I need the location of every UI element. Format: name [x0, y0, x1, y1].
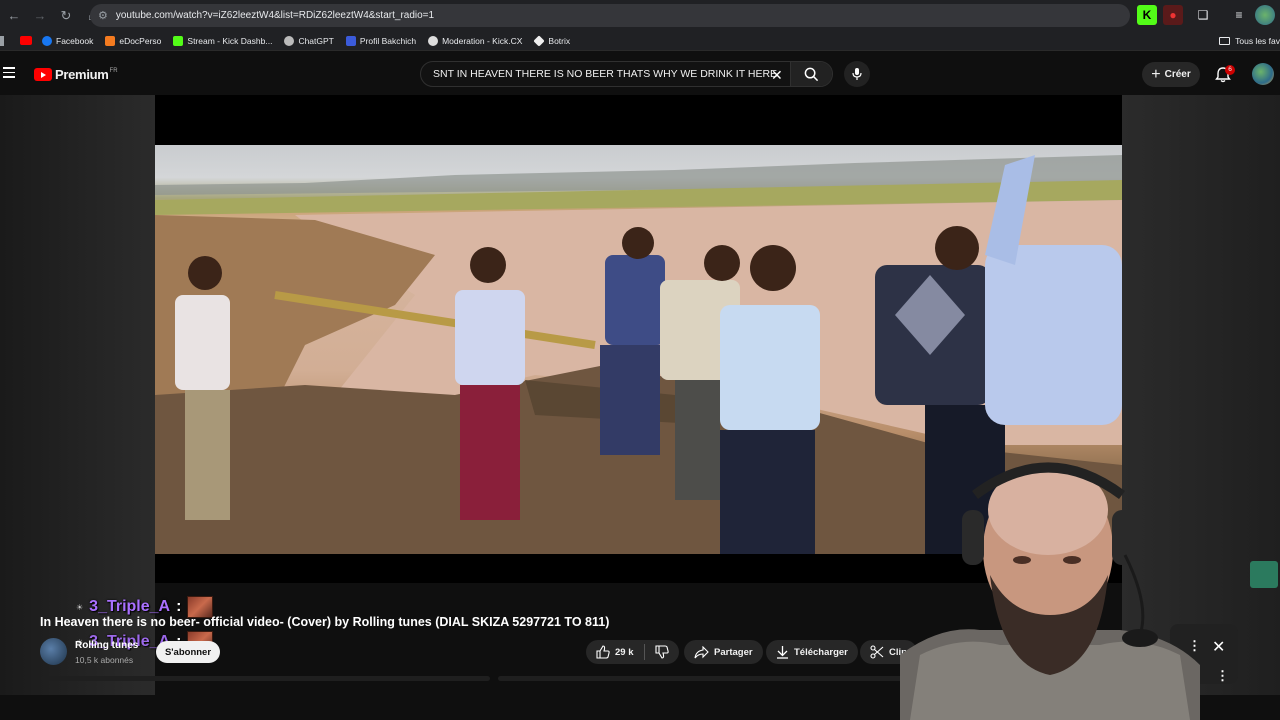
create-button[interactable]: + Créer	[1142, 62, 1200, 87]
folder-icon	[1219, 37, 1231, 45]
download-icon	[777, 646, 788, 659]
download-label: Télécharger	[794, 646, 848, 658]
bookmark-label: Botrix	[548, 35, 571, 46]
url-text: youtube.com/watch?v=iZ62leeztW4&list=RDi…	[115, 10, 435, 21]
extension-icon[interactable]: ●	[1163, 5, 1183, 25]
search-input[interactable]: SNT IN HEAVEN THERE IS NO BEER THATS WHY…	[420, 61, 833, 87]
like-dislike-group: 29 k	[586, 640, 679, 664]
back-icon[interactable]: ←	[2, 4, 26, 28]
address-bar[interactable]: ⚙ youtube.com/watch?v=iZ62leeztW4&list=R…	[90, 4, 1130, 27]
bookmark-kick-dashboard[interactable]: Stream - Kick Dashb...	[173, 35, 273, 46]
create-label: Créer	[1164, 69, 1191, 80]
bookmark-moderation-kick[interactable]: Moderation - Kick.CX	[428, 35, 523, 46]
like-count: 29 k	[615, 646, 634, 658]
reload-icon[interactable]: ↻	[54, 4, 78, 28]
close-icon[interactable]: ✕	[1212, 637, 1225, 657]
side-widget-icon[interactable]	[1250, 561, 1278, 588]
chat-username: 3_Triple_A	[89, 598, 171, 615]
forward-icon[interactable]: →	[28, 4, 52, 28]
share-label: Partager	[714, 646, 753, 658]
edocperso-icon	[105, 35, 116, 46]
youtube-logo[interactable]: Premium FR	[34, 67, 118, 82]
bookmark-label: Profil Bakchich	[359, 35, 417, 46]
scissors-icon	[870, 645, 884, 659]
bookmark-label: Stream - Kick Dashb...	[187, 35, 273, 46]
kick-extension-icon[interactable]: K	[1137, 5, 1157, 25]
chatgpt-icon	[284, 35, 295, 46]
bookmark-label: ChatGPT	[298, 35, 334, 46]
bookmark-folder-all[interactable]: Tous les fav	[1219, 31, 1280, 51]
webcam-overlay	[900, 455, 1200, 720]
search-icon	[804, 67, 819, 81]
description-box-edge	[40, 676, 490, 681]
plus-icon: +	[1151, 65, 1161, 83]
share-button[interactable]: Partager	[684, 640, 763, 664]
bookmark-label: eDocPerso	[119, 35, 162, 46]
chat-badge-icon: ☀	[76, 602, 84, 612]
bookmark-label: Facebook	[56, 35, 94, 46]
botrix-icon	[533, 34, 546, 47]
profile-icon[interactable]	[1255, 5, 1275, 25]
channel-name[interactable]: Rolling tunes	[75, 640, 138, 651]
bookmark-profil-bakchich[interactable]: Profil Bakchich	[345, 35, 417, 46]
youtube-header: Premium FR SNT IN HEAVEN THERE IS NO BEE…	[0, 52, 1280, 95]
download-button[interactable]: Télécharger	[766, 640, 858, 664]
logo-text: Premium	[55, 67, 109, 82]
playlist-box-edge	[498, 676, 918, 681]
divider	[643, 644, 645, 660]
bakchich-icon	[345, 35, 356, 46]
bookmark-label: Moderation - Kick.CX	[442, 35, 523, 46]
channel-avatar[interactable]	[40, 638, 67, 665]
subscriber-count: 10,5 k abonnés	[75, 655, 134, 665]
bookmark-edocperso[interactable]: eDocPerso	[105, 35, 162, 46]
facebook-icon	[42, 35, 52, 46]
reading-list-icon[interactable]: ≡	[1229, 5, 1249, 25]
subscribe-button[interactable]: S'abonner	[156, 641, 220, 663]
logo-region: FR	[109, 67, 118, 74]
share-icon	[694, 645, 709, 658]
youtube-play-icon	[34, 68, 52, 81]
search-query: SNT IN HEAVEN THERE IS NO BEER THATS WHY…	[433, 68, 778, 80]
youtube-bookmark-icon[interactable]	[20, 36, 32, 45]
apps-icon[interactable]	[0, 35, 4, 46]
microphone-icon	[852, 68, 862, 80]
thumbs-down-icon[interactable]	[654, 645, 669, 659]
notification-count-badge: 6	[1225, 65, 1235, 75]
menu-icon[interactable]	[3, 67, 15, 78]
browser-toolbar: ← → ↻ ⌂ ⚙ youtube.com/watch?v=iZ62leeztW…	[0, 0, 1280, 31]
video-title: In Heaven there is no beer- official vid…	[40, 615, 610, 629]
voice-search-button[interactable]	[844, 61, 870, 87]
clear-search-icon[interactable]: ✕	[771, 67, 783, 84]
kick-icon	[173, 35, 184, 46]
streamer-webcam-image	[900, 462, 1200, 720]
bookmark-facebook[interactable]: Facebook	[42, 35, 94, 46]
bookmark-chatgpt[interactable]: ChatGPT	[284, 35, 334, 46]
like-button[interactable]: 29 k	[596, 645, 634, 659]
chat-separator: :	[176, 598, 182, 615]
gear-icon	[428, 35, 439, 46]
account-avatar[interactable]	[1252, 63, 1274, 85]
more-options-icon[interactable]: ⋮	[1216, 668, 1229, 684]
bookmark-folder-label: Tous les fav	[1235, 36, 1280, 46]
thumbs-up-icon	[596, 645, 610, 659]
search-button[interactable]	[790, 62, 832, 86]
extensions-puzzle-icon[interactable]: ❑	[1193, 5, 1213, 25]
bookmark-botrix[interactable]: Botrix	[533, 34, 571, 47]
site-info-icon[interactable]: ⚙	[98, 9, 108, 22]
bookmarks-bar: Facebook eDocPerso Stream - Kick Dashb..…	[0, 31, 1280, 51]
